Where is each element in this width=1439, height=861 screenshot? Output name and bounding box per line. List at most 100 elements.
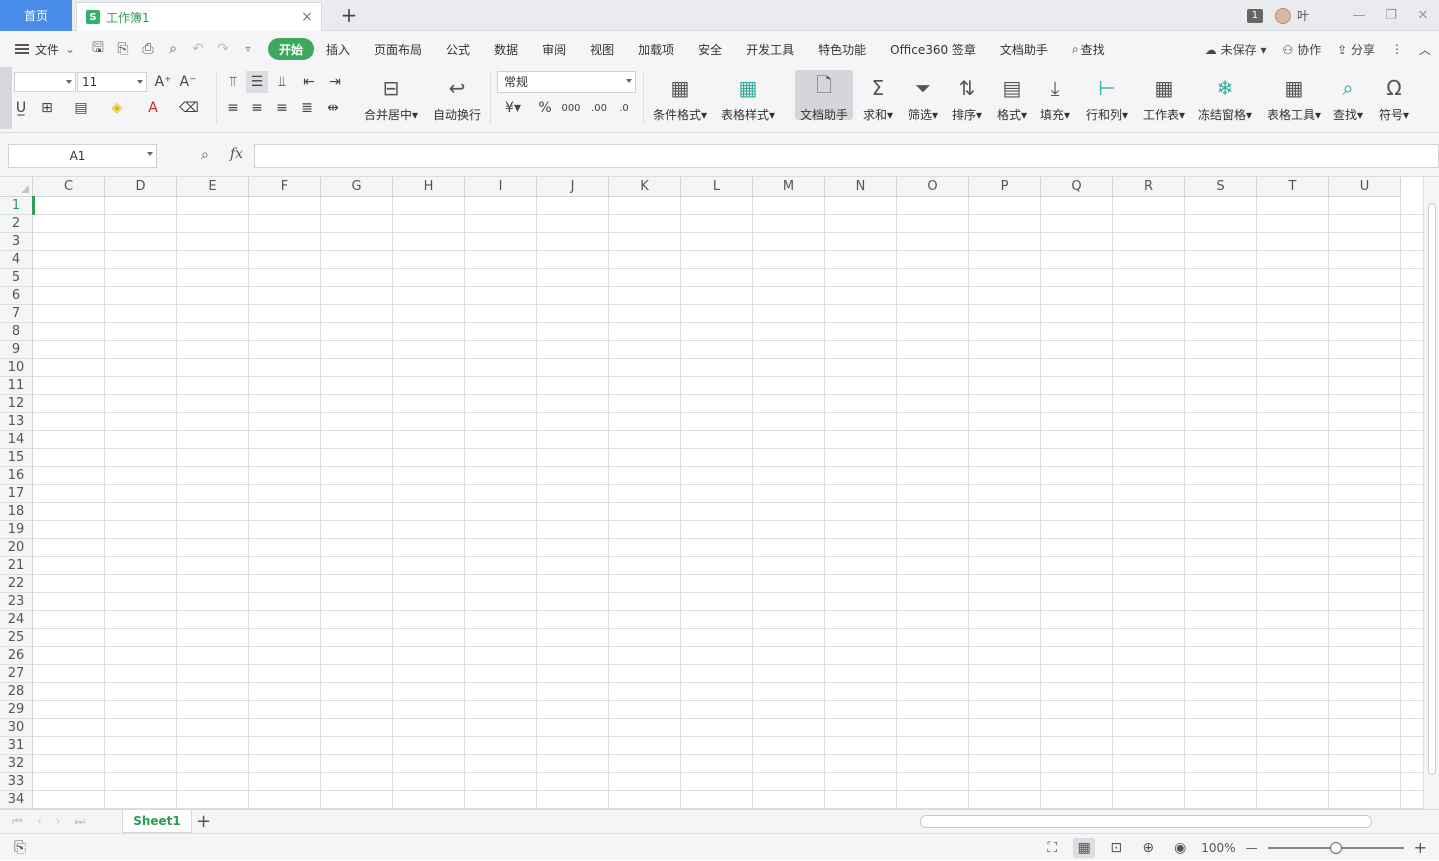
more-icon[interactable]: ⋮ — [1391, 42, 1403, 56]
row-header[interactable]: 15 — [0, 449, 32, 467]
row-header[interactable]: 22 — [0, 575, 32, 593]
macro-record-icon[interactable]: ⎘ — [14, 838, 26, 856]
font-name-select[interactable] — [14, 72, 76, 92]
row-header[interactable]: 30 — [0, 719, 32, 737]
row-header[interactable]: 12 — [0, 395, 32, 413]
row-header[interactable]: 1 — [0, 197, 32, 215]
print-preview-icon[interactable]: ⌕ — [165, 41, 181, 57]
column-header[interactable]: H — [393, 177, 465, 197]
row-header[interactable]: 10 — [0, 359, 32, 377]
column-header[interactable]: N — [825, 177, 897, 197]
align-middle-icon[interactable]: ☰ — [246, 71, 268, 93]
tab-review[interactable]: 审阅 — [530, 38, 578, 60]
percent-icon[interactable]: % — [534, 97, 556, 119]
export-icon[interactable]: ⎘ — [115, 41, 131, 57]
active-cell[interactable] — [32, 196, 35, 215]
row-header[interactable]: 21 — [0, 557, 32, 575]
sheet-tab-sheet1[interactable]: Sheet1 — [122, 810, 192, 833]
formula-input[interactable] — [254, 144, 1439, 168]
row-header[interactable]: 29 — [0, 701, 32, 719]
row-header[interactable]: 28 — [0, 683, 32, 701]
row-header[interactable]: 11 — [0, 377, 32, 395]
table-tools-button[interactable]: ▦ 表格工具▾ — [1264, 70, 1324, 123]
column-header[interactable]: O — [897, 177, 969, 197]
tab-insert[interactable]: 插入 — [314, 38, 362, 60]
column-header[interactable]: S — [1185, 177, 1257, 197]
row-header[interactable]: 34 — [0, 791, 32, 809]
avatar[interactable] — [1274, 7, 1291, 24]
fx-icon[interactable]: fx — [230, 146, 243, 162]
zoom-level[interactable]: 100% — [1201, 841, 1235, 855]
zoom-in-button[interactable]: + — [1414, 838, 1427, 857]
row-header[interactable]: 18 — [0, 503, 32, 521]
horizontal-scrollbar[interactable] — [852, 814, 1406, 829]
increase-decimal-icon[interactable]: .00 — [588, 97, 610, 119]
row-header[interactable]: 20 — [0, 539, 32, 557]
row-header[interactable]: 31 — [0, 737, 32, 755]
redo-icon[interactable]: ↷ — [215, 41, 231, 57]
freeze-panes-button[interactable]: ❄ 冻结窗格▾ — [1195, 70, 1255, 123]
increase-font-icon[interactable]: A⁺ — [152, 71, 174, 93]
font-color-icon[interactable]: A — [142, 97, 164, 119]
border-icon[interactable]: ⊞ — [36, 97, 58, 119]
conditional-format-button[interactable]: ▦ 条件格式▾ — [650, 70, 710, 123]
row-header[interactable]: 24 — [0, 611, 32, 629]
align-center-icon[interactable]: ≡ — [246, 97, 268, 119]
column-header[interactable]: U — [1329, 177, 1401, 197]
row-header[interactable]: 27 — [0, 665, 32, 683]
share-button[interactable]: ⇪ 分享 — [1337, 41, 1375, 58]
decrease-font-icon[interactable]: A⁻ — [177, 71, 199, 93]
find-button[interactable]: ⌕ 查找▾ — [1323, 70, 1373, 123]
collab-button[interactable]: ⚇ 协作 — [1282, 41, 1321, 58]
column-header[interactable]: T — [1257, 177, 1329, 197]
tab-home[interactable]: 开始 — [268, 38, 315, 60]
column-header[interactable]: D — [105, 177, 177, 197]
column-header[interactable]: G — [321, 177, 393, 197]
row-header[interactable]: 2 — [0, 215, 32, 233]
fill-color-icon[interactable]: ◈ — [106, 97, 128, 119]
new-tab-button[interactable]: + — [338, 3, 360, 27]
number-format-select[interactable]: 常规 — [497, 71, 636, 93]
minimize-button[interactable]: — — [1343, 0, 1375, 31]
row-header[interactable]: 23 — [0, 593, 32, 611]
vertical-scroll-thumb[interactable] — [1428, 203, 1436, 775]
thousands-icon[interactable]: 000 — [560, 97, 582, 119]
row-column-button[interactable]: ⊢ 行和列▾ — [1077, 70, 1137, 123]
row-header[interactable]: 13 — [0, 413, 32, 431]
align-right-icon[interactable]: ≡ — [271, 97, 293, 119]
file-menu[interactable]: 文件 ⌄ — [0, 41, 90, 58]
collapse-ribbon-icon[interactable]: ︿ — [1419, 41, 1431, 58]
tab-page-layout[interactable]: 页面布局 — [362, 38, 434, 60]
column-header[interactable]: M — [753, 177, 825, 197]
next-sheet-icon[interactable]: › — [56, 814, 61, 829]
tab-find[interactable]: ⌕ 查找 — [1060, 38, 1117, 60]
column-header[interactable]: K — [609, 177, 681, 197]
user-name[interactable]: 叶 — [1297, 7, 1309, 24]
cell-area[interactable] — [33, 197, 1423, 809]
table-style-button[interactable]: ▦ 表格样式▾ — [718, 70, 778, 123]
maximize-button[interactable]: ❐ — [1375, 0, 1407, 31]
save-icon[interactable]: 🖫 — [90, 37, 106, 61]
column-header[interactable]: Q — [1041, 177, 1113, 197]
row-header[interactable]: 7 — [0, 305, 32, 323]
eye-protect-icon[interactable]: ◉ — [1169, 838, 1191, 858]
column-header[interactable]: F — [249, 177, 321, 197]
column-header[interactable]: P — [969, 177, 1041, 197]
row-header[interactable]: 16 — [0, 467, 32, 485]
distributed-icon[interactable]: ⇹ — [322, 97, 344, 119]
justify-icon[interactable]: ≣ — [296, 97, 318, 119]
row-header[interactable]: 25 — [0, 629, 32, 647]
add-sheet-button[interactable]: + — [196, 811, 211, 832]
column-header[interactable]: R — [1113, 177, 1185, 197]
fill-pattern-icon[interactable]: ▤ — [70, 97, 92, 119]
doc-assistant-button[interactable]: 🗋 文档助手 — [795, 70, 853, 122]
indent-decrease-icon[interactable]: ⇤ — [298, 71, 320, 93]
document-tab[interactable]: S 工作簿1 × — [76, 2, 322, 31]
row-header[interactable]: 33 — [0, 773, 32, 791]
name-box[interactable]: A1 — [8, 144, 157, 168]
reading-layout-icon[interactable]: ⊕ — [1137, 838, 1159, 858]
fill-button[interactable]: ⤓ 填充▾ — [1025, 70, 1085, 123]
normal-view-icon[interactable]: ▦ — [1073, 837, 1096, 858]
row-header[interactable]: 6 — [0, 287, 32, 305]
zoom-slider-knob[interactable] — [1329, 841, 1342, 854]
